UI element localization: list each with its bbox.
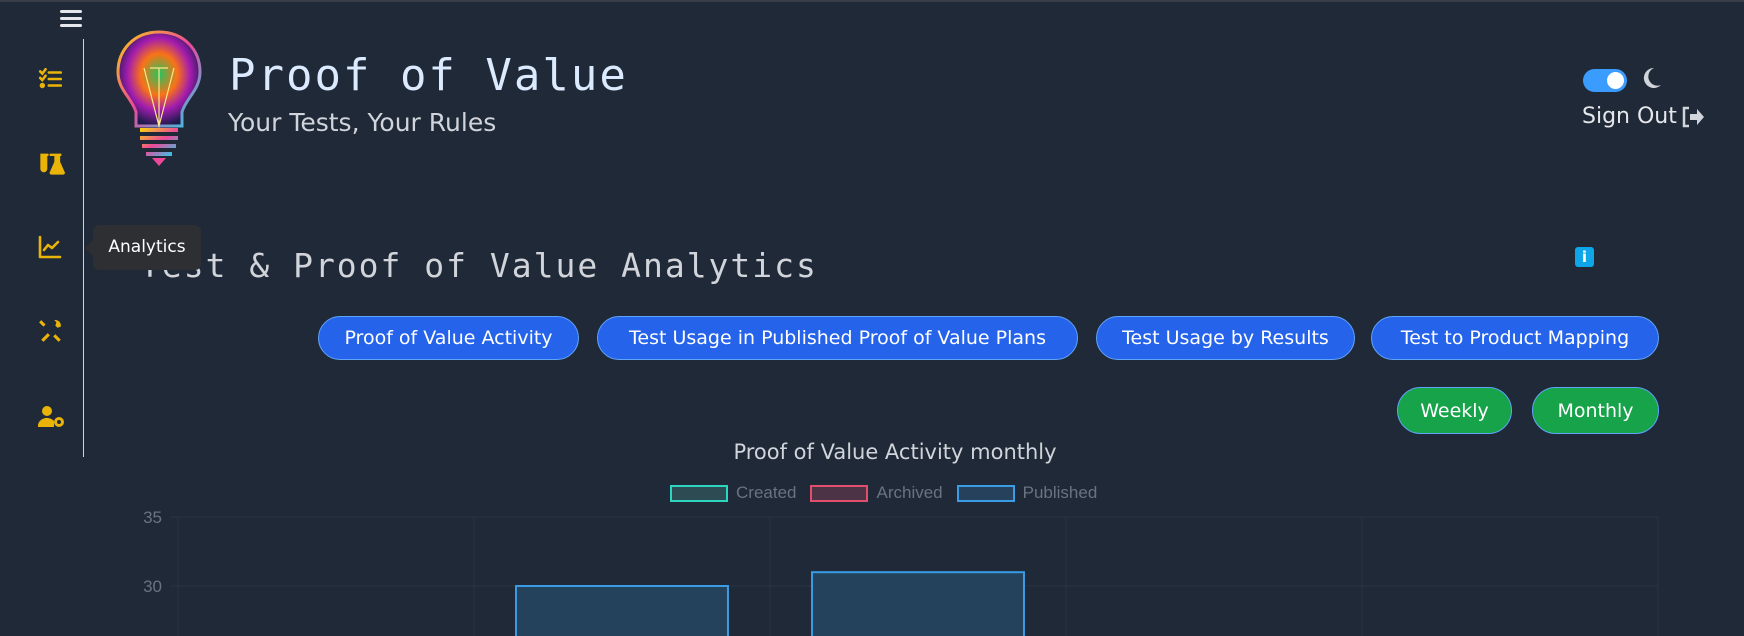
- bar-published: [515, 585, 729, 636]
- analytics-tooltip: Analytics: [85, 225, 201, 270]
- y-tick-label: 30: [143, 577, 162, 596]
- bar-published: [811, 571, 1025, 636]
- y-tick-label: 35: [143, 508, 162, 527]
- activity-bar-chart: 35 30: [143, 508, 1659, 636]
